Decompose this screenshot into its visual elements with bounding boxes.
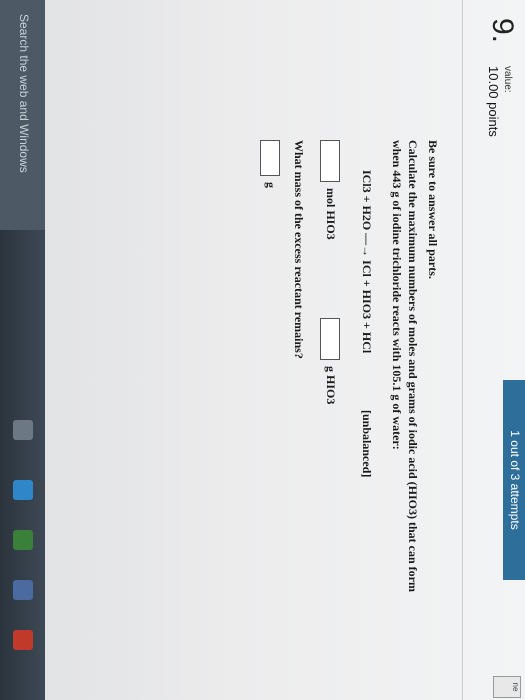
grams-answer-input[interactable]	[320, 318, 340, 360]
question-number: 9.	[486, 18, 519, 44]
rotated-screen: 9. value: 10.00 points 1 out of 3 attemp…	[0, 0, 525, 700]
task-view-icon[interactable]	[13, 420, 33, 440]
grams-unit-label: g HIO3	[324, 366, 338, 405]
excess-unit-label: g	[264, 182, 278, 188]
app-icon-1[interactable]	[13, 530, 33, 550]
taskbar-search-placeholder: Search the web and Windows	[17, 14, 31, 173]
prompt-line-1: Calculate the maximum numbers of moles a…	[406, 140, 420, 592]
edge-browser-icon[interactable]	[13, 480, 33, 500]
mol-unit-label: mol HIO3	[324, 188, 338, 240]
header-divider	[462, 0, 463, 700]
instructions-text: Be sure to answer all parts.	[426, 140, 440, 279]
app-icon-2[interactable]	[13, 580, 33, 600]
unbalanced-note: [unbalanced]	[360, 410, 374, 478]
app-icon-3[interactable]	[13, 630, 33, 650]
value-label: value:	[502, 66, 513, 93]
question-page: 9. value: 10.00 points 1 out of 3 attemp…	[45, 0, 525, 700]
attempts-badge: 1 out of 3 attempts	[503, 380, 525, 580]
windows-taskbar: Search the web and Windows	[0, 0, 45, 700]
prompt-line-2: when 443 g of iodine trichloride reacts …	[390, 140, 404, 450]
excess-answer-input[interactable]	[260, 140, 280, 176]
taskbar-search-box[interactable]: Search the web and Windows	[0, 0, 45, 230]
mol-answer-input[interactable]	[320, 140, 340, 182]
corner-tab[interactable]: ne	[493, 676, 521, 698]
points-value: 10.00 points	[486, 66, 501, 137]
chemical-equation: ICl3 + H2O —→ ICl + HIO3 + HCl	[360, 170, 374, 354]
excess-question-text: What mass of the excess reactant remains…	[292, 140, 306, 359]
